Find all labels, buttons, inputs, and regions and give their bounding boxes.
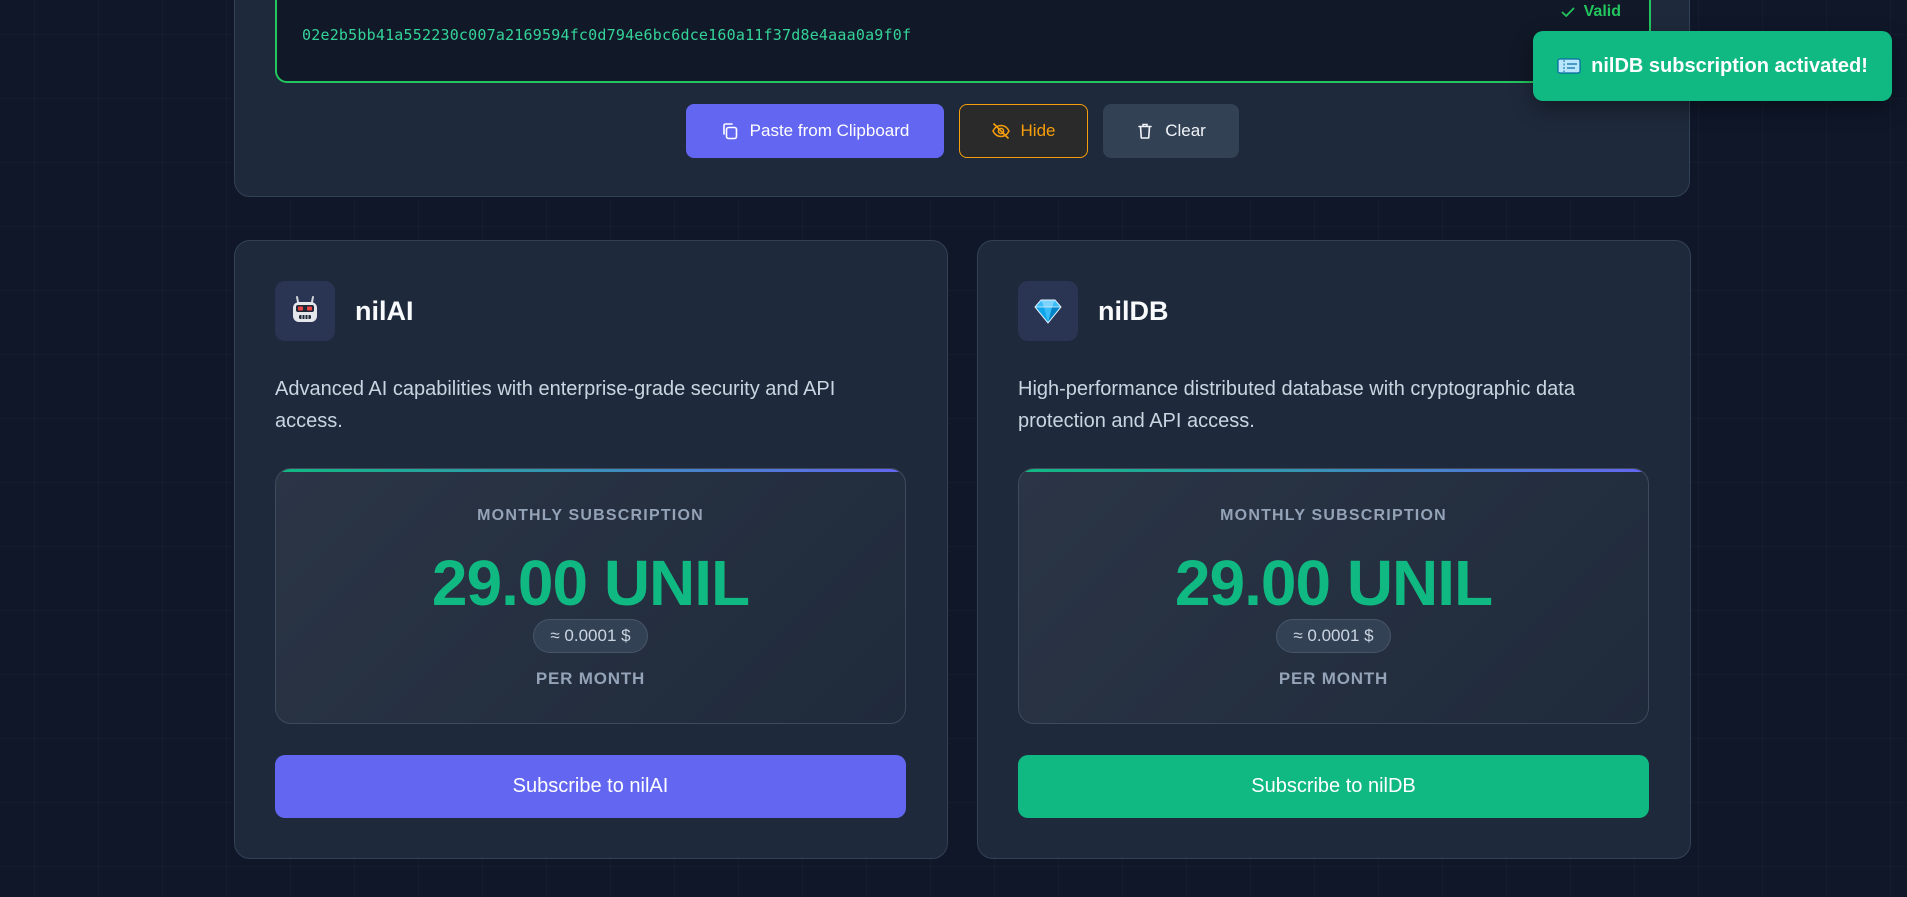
paste-from-clipboard-button[interactable]: Paste from Clipboard	[685, 104, 944, 158]
diamond-icon	[1034, 299, 1062, 324]
service-card-nilai: nilAI Advanced AI capabilities with ente…	[234, 240, 948, 859]
price-usd-badge: ≈ 0.0001 $	[1276, 619, 1391, 653]
paste-button-label: Paste from Clipboard	[749, 121, 910, 140]
ticket-icon	[1557, 58, 1581, 74]
clear-button-label: Clear	[1165, 121, 1206, 140]
service-header: nilDB	[1018, 281, 1169, 341]
price-usd-badge: ≈ 0.0001 $	[533, 619, 648, 653]
key-status-badge: Valid	[1560, 3, 1621, 21]
key-actions: Paste from Clipboard Hide Clear	[235, 104, 1689, 158]
service-header: nilAI	[275, 281, 414, 341]
toast-message: nilDB subscription activated!	[1591, 54, 1868, 77]
copy-icon	[722, 123, 737, 140]
price-label: MONTHLY SUBSCRIPTION	[477, 507, 704, 524]
pricing-box: MONTHLY SUBSCRIPTION 29.00 UNIL ≈ 0.0001…	[1018, 468, 1649, 724]
price-period: PER MONTH	[1278, 669, 1389, 688]
private-key-panel: 02e2b5bb41a552230c007a2169594fc0d794e6bc…	[234, 0, 1690, 197]
price-amount: 29.00 UNIL	[431, 547, 750, 619]
price-period: PER MONTH	[535, 669, 646, 688]
service-name: nilDB	[1098, 295, 1169, 326]
price-amount: 29.00 UNIL	[1174, 547, 1493, 619]
private-key-value: 02e2b5bb41a552230c007a2169594fc0d794e6bc…	[302, 26, 912, 44]
hide-key-button[interactable]: Hide	[958, 104, 1088, 158]
hide-button-label: Hide	[1020, 121, 1056, 140]
eye-off-icon	[991, 123, 1010, 139]
robot-icon	[293, 296, 317, 322]
service-name: nilAI	[355, 295, 414, 326]
key-status-text: Valid	[1583, 3, 1621, 20]
service-description: High-performance distributed database wi…	[1018, 378, 1575, 432]
check-icon	[1561, 7, 1575, 17]
success-toast[interactable]: nilDB subscription activated!	[1533, 31, 1892, 101]
service-description: Advanced AI capabilities with enterprise…	[275, 378, 836, 432]
pricing-box: MONTHLY SUBSCRIPTION 29.00 UNIL ≈ 0.0001…	[275, 468, 906, 724]
subscribe-nilai-button[interactable]: Subscribe to nilAI	[275, 755, 906, 818]
price-label: MONTHLY SUBSCRIPTION	[1220, 507, 1447, 524]
service-card-nildb: nilDB High-performance distributed datab…	[977, 240, 1691, 859]
subscribe-nildb-button[interactable]: Subscribe to nilDB	[1018, 755, 1649, 818]
price-approx-wrapper: ≈ 0.0001 $	[1019, 619, 1648, 653]
private-key-display[interactable]: 02e2b5bb41a552230c007a2169594fc0d794e6bc…	[275, 0, 1651, 83]
service-icon-tile	[1018, 281, 1078, 341]
clear-key-button[interactable]: Clear	[1102, 104, 1239, 158]
trash-icon	[1138, 123, 1152, 139]
price-approx-wrapper: ≈ 0.0001 $	[276, 619, 905, 653]
service-icon-tile	[275, 281, 335, 341]
